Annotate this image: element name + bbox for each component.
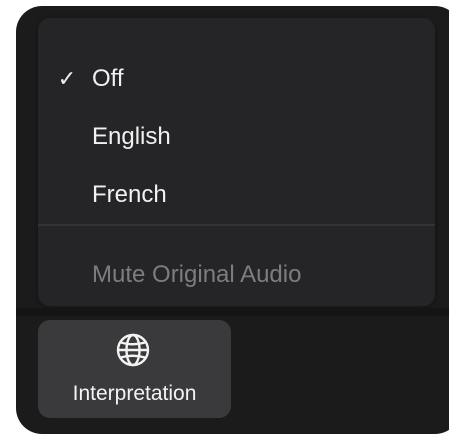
menu-item-off[interactable]: ✓ Off	[38, 54, 435, 104]
globe-icon	[116, 333, 150, 367]
menu-item-label: French	[92, 181, 167, 208]
checkmark-icon: ✓	[57, 66, 77, 92]
meeting-window: ✓ Off English French Mute Original Audio…	[16, 6, 449, 434]
menu-item-english[interactable]: English	[38, 112, 435, 162]
menu-separator	[38, 224, 435, 226]
interpretation-button[interactable]: Interpretation	[38, 320, 231, 418]
menu-item-label: English	[92, 123, 171, 150]
menu-item-mute-original-audio[interactable]: Mute Original Audio	[38, 250, 435, 300]
interpretation-language-menu: ✓ Off English French Mute Original Audio	[38, 18, 435, 306]
menu-item-french[interactable]: French	[38, 170, 435, 220]
menu-item-label: Mute Original Audio	[92, 261, 302, 288]
interpretation-label: Interpretation	[72, 382, 197, 405]
menu-item-label: Off	[92, 65, 124, 92]
toolbar-divider	[16, 308, 449, 316]
